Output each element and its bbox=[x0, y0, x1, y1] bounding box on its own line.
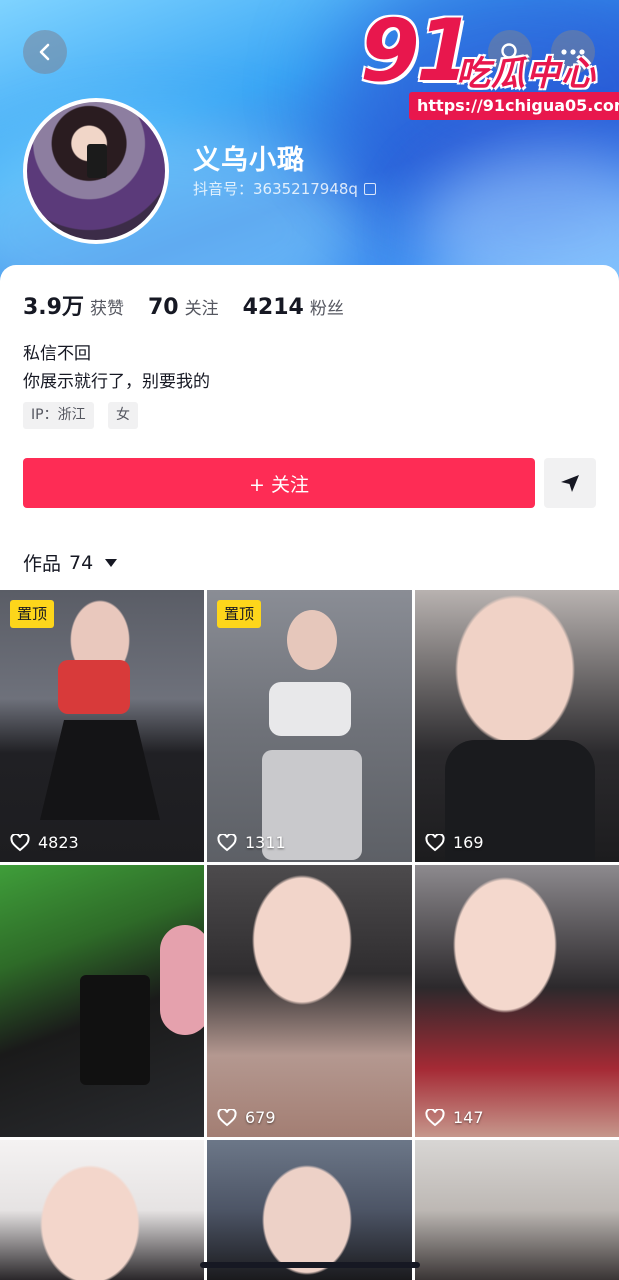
watermark-logo-number: 91 bbox=[360, 1, 476, 101]
like-count-value: 679 bbox=[245, 1108, 276, 1127]
like-count-value: 1311 bbox=[245, 833, 286, 852]
profile-stats: 3.9万 获赞 70 关注 4214 粉丝 bbox=[23, 289, 368, 321]
stat-followers[interactable]: 4214 粉丝 bbox=[243, 294, 344, 320]
stat-likes-value: 3.9万 bbox=[23, 295, 84, 320]
copy-icon[interactable] bbox=[363, 182, 376, 195]
video-tile[interactable]: 147 bbox=[415, 865, 619, 1137]
back-button[interactable] bbox=[23, 30, 67, 74]
stat-followers-label: 粉丝 bbox=[309, 299, 344, 319]
stat-following-value: 70 bbox=[147, 295, 179, 320]
like-count: 4823 bbox=[10, 833, 79, 852]
video-tile[interactable] bbox=[0, 1140, 204, 1280]
watermark-logo-text: 吃瓜中心 bbox=[456, 54, 596, 94]
stat-following-label: 关注 bbox=[184, 299, 219, 319]
video-tile[interactable] bbox=[207, 1140, 412, 1280]
like-count-value: 4823 bbox=[38, 833, 79, 852]
video-tile[interactable]: 169 bbox=[415, 590, 619, 862]
like-count: 169 bbox=[425, 833, 484, 852]
heart-icon bbox=[425, 833, 445, 851]
follow-button[interactable]: + 关注 bbox=[23, 458, 535, 508]
video-thumbnail bbox=[415, 1140, 619, 1280]
works-tab[interactable]: 作品 74 bbox=[23, 549, 118, 576]
like-count: 147 bbox=[425, 1108, 484, 1127]
video-thumbnail bbox=[0, 1140, 204, 1280]
video-thumbnail bbox=[207, 590, 412, 862]
chevron-left-icon bbox=[39, 43, 50, 61]
home-indicator[interactable] bbox=[200, 1262, 420, 1268]
works-count: 74 bbox=[69, 551, 94, 574]
like-count-value: 147 bbox=[453, 1108, 484, 1127]
pinned-badge: 置顶 bbox=[10, 600, 55, 628]
video-tile[interactable]: 679 bbox=[207, 865, 412, 1137]
douyin-id-text: 抖音号：3635217948q bbox=[193, 180, 358, 198]
video-thumbnail bbox=[0, 865, 204, 1137]
username: 义乌小璐 bbox=[193, 145, 305, 176]
video-tile[interactable] bbox=[415, 1140, 619, 1280]
bio-line-1: 私信不回 bbox=[23, 344, 91, 364]
video-thumbnail bbox=[207, 1140, 412, 1280]
ip-location-tag: IP：浙江 bbox=[23, 402, 94, 429]
like-count: 679 bbox=[217, 1108, 276, 1127]
video-thumbnail bbox=[207, 865, 412, 1137]
like-count: 1311 bbox=[217, 833, 286, 852]
heart-icon bbox=[217, 833, 237, 851]
video-thumbnail bbox=[415, 590, 619, 862]
stat-followers-value: 4214 bbox=[242, 295, 304, 320]
stat-likes-label: 获赞 bbox=[89, 299, 124, 319]
caret-down-icon[interactable] bbox=[105, 558, 118, 567]
works-label: 作品 bbox=[23, 553, 62, 575]
pinned-badge: 置顶 bbox=[217, 600, 262, 628]
video-tile[interactable]: 置顶 1311 bbox=[207, 590, 412, 862]
video-tile[interactable] bbox=[0, 865, 204, 1137]
heart-icon bbox=[217, 1108, 237, 1126]
stat-likes[interactable]: 3.9万 获赞 bbox=[23, 289, 124, 321]
stat-following[interactable]: 70 关注 bbox=[148, 294, 219, 320]
heart-icon bbox=[425, 1108, 445, 1126]
video-tile[interactable]: 置顶 4823 bbox=[0, 590, 204, 862]
gender-tag: 女 bbox=[108, 402, 138, 429]
send-icon bbox=[561, 475, 579, 492]
avatar[interactable] bbox=[23, 98, 169, 244]
like-count-value: 169 bbox=[453, 833, 484, 852]
heart-icon bbox=[10, 833, 30, 851]
video-thumbnail bbox=[415, 865, 619, 1137]
bio-line-2: 你展示就行了，别要我的 bbox=[23, 372, 210, 392]
message-button[interactable] bbox=[544, 458, 596, 508]
watermark-url: https://91chigua05.com bbox=[409, 92, 619, 120]
douyin-id[interactable]: 抖音号：3635217948q bbox=[193, 178, 376, 199]
video-thumbnail bbox=[0, 590, 204, 862]
